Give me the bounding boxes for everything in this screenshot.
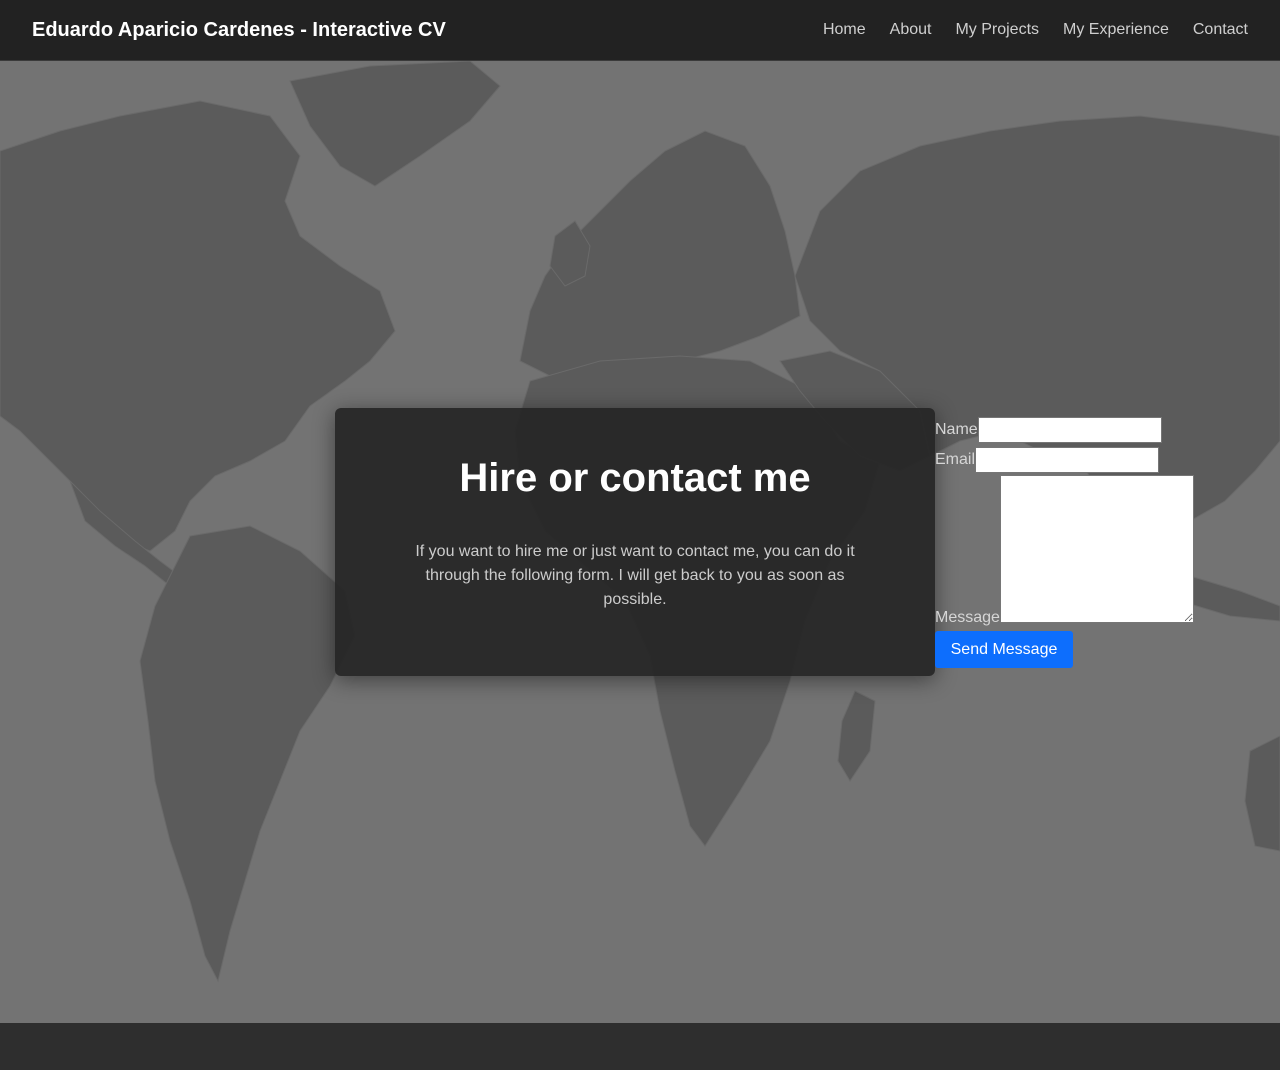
footer bbox=[0, 1023, 1280, 1070]
contact-intro-card: Hire or contact me If you want to hire m… bbox=[335, 408, 935, 676]
nav-links: Home About My Projects My Experience Con… bbox=[823, 19, 1248, 41]
page-title: Hire or contact me bbox=[459, 456, 811, 500]
australia-landmass bbox=[1244, 735, 1280, 852]
send-message-button[interactable]: Send Message bbox=[935, 631, 1073, 668]
email-row: Email bbox=[935, 445, 1235, 475]
message-row: Message bbox=[935, 475, 1235, 626]
nav-link-contact[interactable]: Contact bbox=[1193, 19, 1248, 41]
message-field[interactable] bbox=[999, 475, 1194, 623]
navbar: Eduardo Aparicio Cardenes - Interactive … bbox=[0, 0, 1280, 61]
nav-link-about[interactable]: About bbox=[890, 19, 932, 41]
madagascar-landmass bbox=[837, 690, 876, 782]
nav-link-projects[interactable]: My Projects bbox=[955, 19, 1039, 41]
email-field[interactable] bbox=[975, 447, 1160, 473]
nav-link-experience[interactable]: My Experience bbox=[1063, 19, 1169, 41]
name-field[interactable] bbox=[977, 417, 1162, 443]
name-row: Name bbox=[935, 415, 1235, 445]
south-america-landmass bbox=[139, 525, 356, 983]
nav-link-home[interactable]: Home bbox=[823, 19, 866, 41]
email-label: Email bbox=[935, 451, 976, 468]
name-label: Name bbox=[935, 421, 978, 438]
contact-form: Name Email Message Send Message bbox=[935, 415, 1235, 668]
contact-hero: Hire or contact me If you want to hire m… bbox=[0, 61, 1280, 1023]
site-brand[interactable]: Eduardo Aparicio Cardenes - Interactive … bbox=[32, 18, 446, 42]
contact-description: If you want to hire me or just want to c… bbox=[415, 543, 855, 608]
greenland-landmass bbox=[289, 61, 501, 187]
message-label: Message bbox=[935, 609, 1000, 626]
